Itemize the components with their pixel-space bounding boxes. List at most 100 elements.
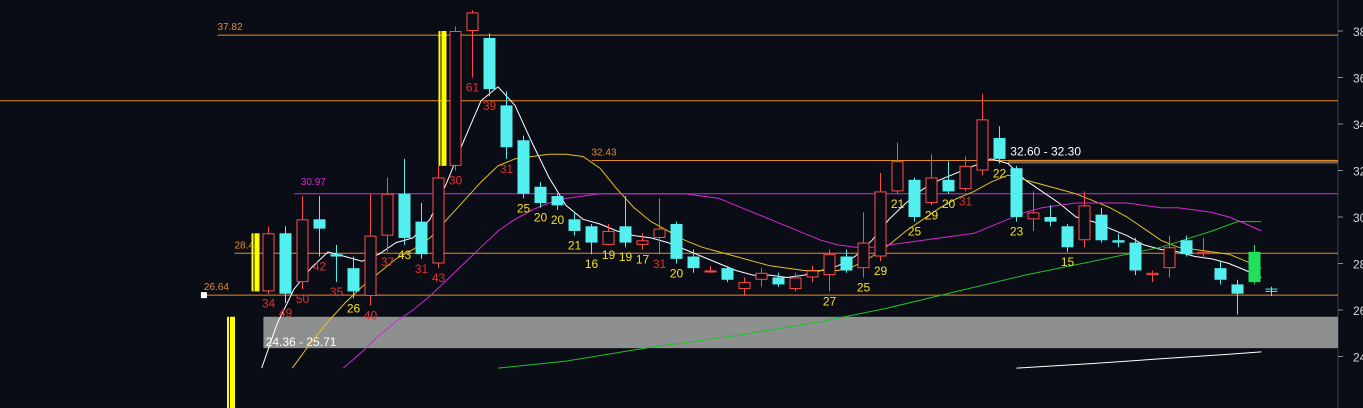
candle-count-label: 31 (415, 262, 429, 276)
candle-body-up (874, 191, 887, 257)
candle-count-label: 16 (585, 257, 599, 271)
candle-body-up (891, 161, 904, 192)
candle-body-down (568, 219, 581, 231)
signal-marker (254, 233, 260, 292)
chart-canvas: 38 36 34 32 30 28 26 24 32.60 - 32.30 24.36 - 25.… (0, 0, 1363, 408)
candle-body-down (313, 219, 326, 229)
candle-body-down (942, 179, 955, 192)
candle-body-up (381, 193, 394, 236)
candle-count-label: 43 (432, 271, 446, 285)
zone-label: 24.36 - 25.71 (266, 335, 337, 349)
candle-count-label: 49 (279, 306, 293, 320)
y-tick-label: 28 (1353, 258, 1363, 272)
candlestick-chart: 38 36 34 32 30 28 26 24 32.60 - 32.30 24.36 - 25.… (0, 0, 1363, 408)
candle-body-down (1112, 240, 1125, 243)
candle-count-label: 31 (500, 162, 514, 176)
candle-count-label: 25 (857, 280, 871, 294)
y-tick-label: 38 (1353, 25, 1363, 39)
candle-body-down (721, 268, 734, 280)
signal-marker (230, 316, 235, 408)
signal-marker-edge (227, 316, 229, 408)
candle-count-label: 21 (891, 197, 905, 211)
candle-body-up (636, 240, 649, 245)
candle-body-up (789, 277, 802, 290)
candle-body-up (1146, 272, 1159, 276)
candle-body-down (1044, 217, 1057, 222)
candle-body-down (347, 268, 360, 292)
candle-body-down (908, 179, 921, 217)
support-zone (263, 316, 1338, 349)
candle-body-up (466, 12, 479, 31)
candle-body-down (1180, 240, 1193, 255)
candle-body-down (585, 226, 598, 243)
candle-body-down (415, 221, 428, 255)
candle-count-label: 39 (483, 99, 497, 113)
candle-body-up (976, 119, 989, 171)
candle-body-up (1027, 212, 1040, 220)
candle-body-down (840, 256, 853, 271)
level-label: 32.43 (592, 148, 617, 159)
zone-label: 32.60 - 32.30 (1010, 145, 1081, 159)
candle-body-down (1129, 242, 1142, 271)
candle-body-up (1197, 251, 1210, 255)
y-tick-label: 36 (1353, 72, 1363, 86)
level-label: 26.64 (204, 282, 229, 293)
candle-body-up (738, 282, 751, 290)
candle-body-down (1214, 268, 1227, 280)
candle-body-down (279, 233, 292, 294)
candle-body-up (449, 31, 462, 166)
candle-body-down (500, 105, 513, 148)
candle-body-down (687, 256, 700, 269)
candle-count-label: 40 (364, 308, 378, 322)
candle-body-up (432, 177, 445, 264)
candle-count-label: 42 (313, 260, 327, 274)
candle-count-label: 20 (534, 211, 548, 225)
candle-count-label: 21 (568, 239, 582, 253)
candle-count-label: 19 (619, 250, 633, 264)
candle-body-down (1231, 284, 1244, 294)
candle-count-label: 34 (262, 297, 276, 311)
candle-body-up (1163, 247, 1176, 269)
y-tick-label: 30 (1353, 211, 1363, 225)
candle-count-label: 20 (551, 213, 565, 227)
candle-count-label: 26 (347, 301, 361, 315)
level-label: 30.97 (301, 177, 326, 188)
candle-body-down (534, 186, 547, 204)
candle-body-down (993, 137, 1006, 159)
level-anchor-dot (200, 292, 207, 299)
candle-count-label: 22 (993, 167, 1007, 181)
candle-body-down (1010, 168, 1023, 217)
candle-body-down (551, 196, 564, 206)
candle-body-up (364, 235, 377, 297)
candle-count-label: 31 (653, 257, 667, 271)
candle-body-up (806, 270, 819, 278)
candle-count-label: 29 (874, 264, 888, 278)
candle-count-label: 17 (636, 253, 650, 267)
candle-body-up (959, 165, 972, 190)
level-label: 37.82 (218, 22, 243, 33)
candle-body-down (619, 226, 632, 243)
candle-body-down (483, 37, 496, 90)
candle-body-down (1095, 214, 1108, 241)
candle-body-up (857, 242, 870, 269)
candle-count-label: 37 (381, 255, 395, 269)
candle-count-label: 43 (398, 248, 412, 262)
candle-body-down (1061, 226, 1074, 248)
candle-count-label: 27 (823, 294, 837, 308)
candle-body-up (704, 270, 717, 273)
candle-body-up (1078, 205, 1091, 241)
candle-count-label: 61 (466, 81, 480, 95)
signal-marker (441, 31, 447, 166)
candle-count-label: 30 (449, 174, 463, 188)
candle-count-label: 31 (959, 194, 973, 208)
candle-count-label: 50 (296, 292, 310, 306)
candle-body-up (755, 272, 768, 280)
candle-body-down (772, 277, 785, 285)
candle-body-up (653, 228, 666, 238)
y-tick-label: 26 (1353, 304, 1363, 318)
y-tick-label: 34 (1353, 118, 1363, 132)
candle-count-label: 20 (942, 197, 956, 211)
candle-count-label: 25 (908, 225, 922, 239)
candle-body-down (670, 223, 683, 259)
signal-marker-edge (438, 31, 441, 166)
